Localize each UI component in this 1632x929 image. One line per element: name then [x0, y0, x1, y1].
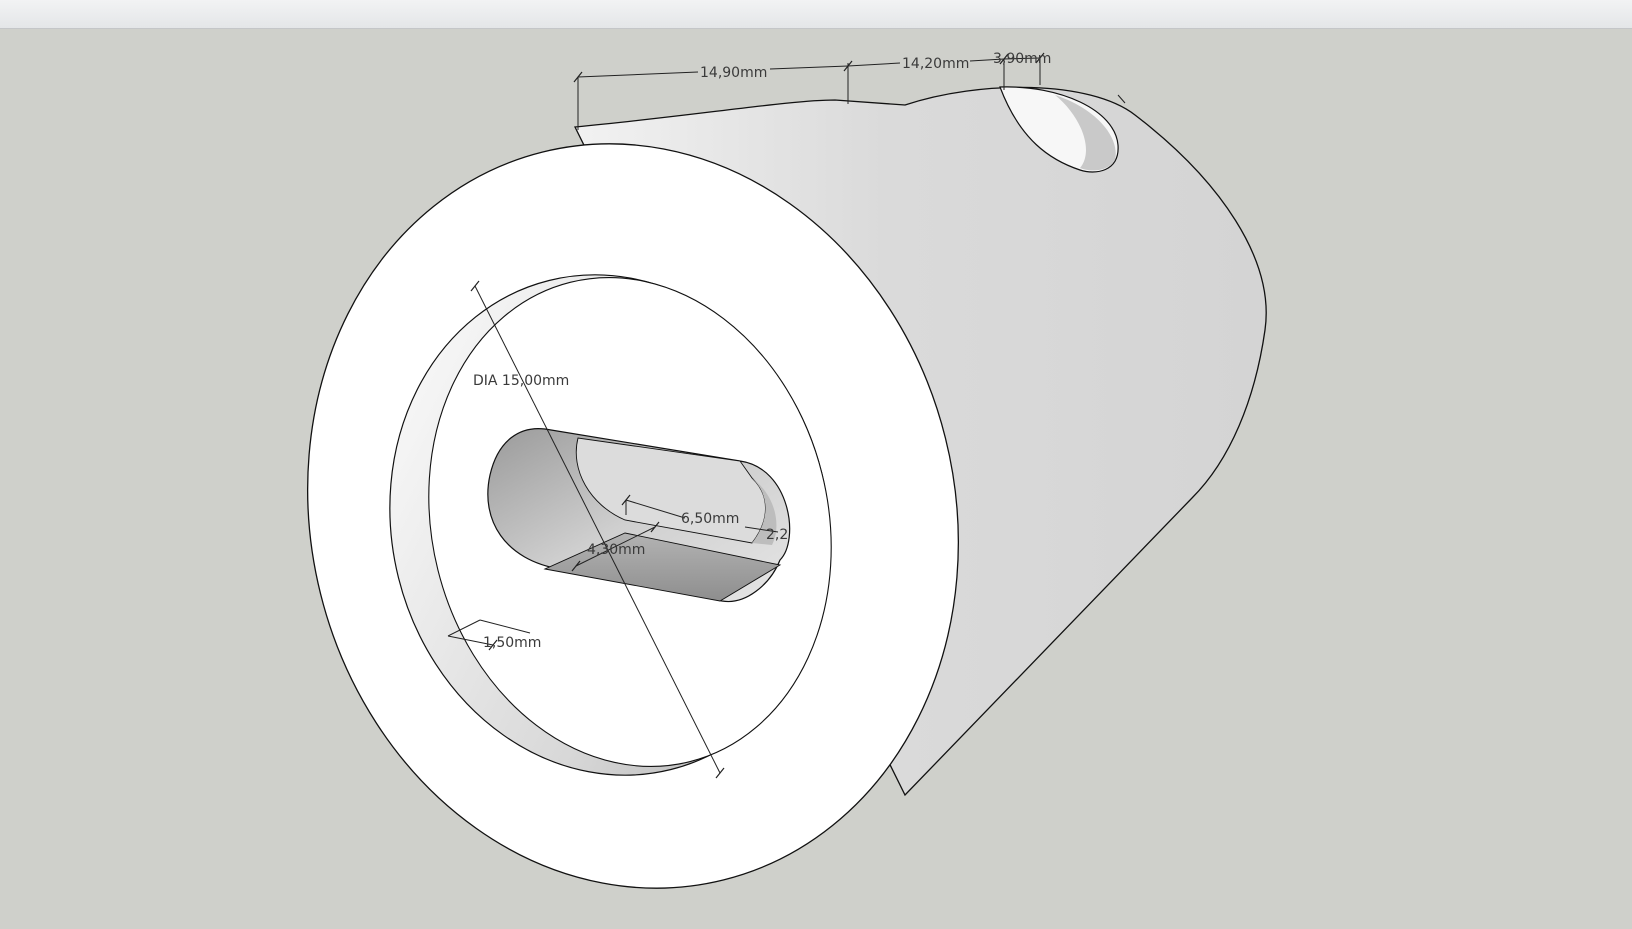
3d-viewport[interactable]: 14,90mm 14,20mm 3,90mm DIA 15,00mm 6,50m…	[0, 29, 1632, 929]
dim-length-2[interactable]: 14,20mm	[902, 56, 969, 72]
dim-wall-thickness[interactable]: 1,50mm	[483, 635, 541, 651]
dim-length-1[interactable]: 14,90mm	[700, 65, 767, 81]
dim-slot-width[interactable]: 4,30mm	[587, 542, 645, 558]
window-title-bar	[0, 0, 1632, 29]
dim-bore-diameter[interactable]: DIA 15,00mm	[473, 373, 569, 389]
dim-slot-length[interactable]: 6,50mm	[681, 511, 739, 527]
dim-slot-end[interactable]: 2,2	[766, 527, 788, 543]
model-canvas[interactable]: 14,90mm 14,20mm 3,90mm DIA 15,00mm 6,50m…	[0, 29, 1632, 929]
dim-length-3[interactable]: 3,90mm	[993, 51, 1051, 67]
